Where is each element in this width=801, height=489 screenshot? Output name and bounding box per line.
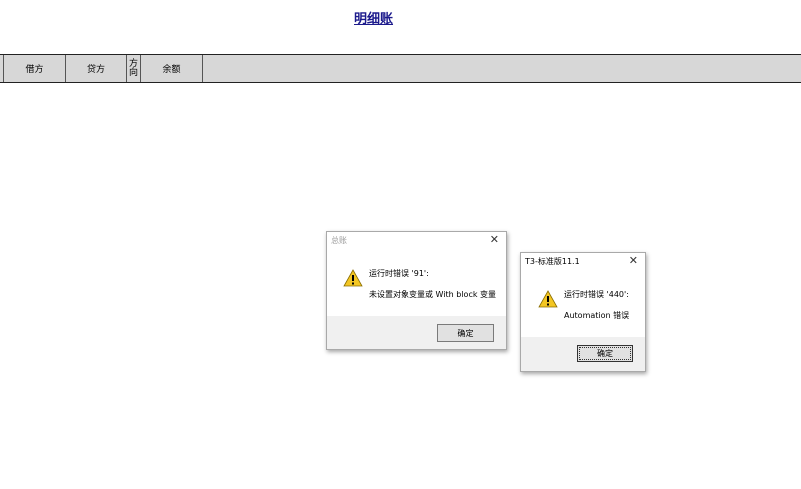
column-header-direction[interactable]: 方 向 — [127, 55, 141, 82]
dialog-footer: 确定 — [327, 316, 506, 349]
error-dialog-ledger: 总账 ✕ 运行时错误 '91': 未设置对象变量或 With block 变量 … — [326, 231, 507, 350]
report-title[interactable]: 明细账 — [354, 8, 393, 27]
column-header-credit[interactable]: 贷方 — [66, 55, 127, 82]
dialog-title: T3-标准版11.1 — [525, 257, 580, 266]
table-header: 借方 贷方 方 向 余额 — [0, 54, 801, 83]
close-icon[interactable]: ✕ — [629, 254, 638, 267]
ok-button[interactable]: 确定 — [577, 345, 633, 362]
dialog-titlebar[interactable]: 总账 — [327, 232, 506, 249]
close-icon[interactable]: ✕ — [490, 233, 499, 246]
report-title-area: 明细账 — [0, 0, 442, 52]
column-header-balance[interactable]: 余额 — [141, 55, 203, 82]
column-header-debit[interactable]: 借方 — [4, 55, 66, 82]
error-detail-text: Automation 错误 — [564, 311, 630, 320]
error-detail-text: 未设置对象变量或 With block 变量 — [369, 290, 497, 299]
error-code-text: 运行时错误 '440': — [564, 290, 629, 299]
warning-icon — [538, 290, 558, 308]
warning-icon — [343, 269, 363, 287]
error-code-text: 运行时错误 '91': — [369, 269, 429, 278]
dialog-footer: 确定 — [521, 337, 645, 371]
dialog-titlebar[interactable]: T3-标准版11.1 — [521, 253, 645, 270]
error-dialog-t3: T3-标准版11.1 ✕ 运行时错误 '440': Automation 错误 … — [520, 252, 646, 372]
ok-button[interactable]: 确定 — [437, 324, 494, 342]
dialog-title: 总账 — [331, 236, 347, 245]
column-header-direction-char-2: 向 — [128, 68, 138, 78]
